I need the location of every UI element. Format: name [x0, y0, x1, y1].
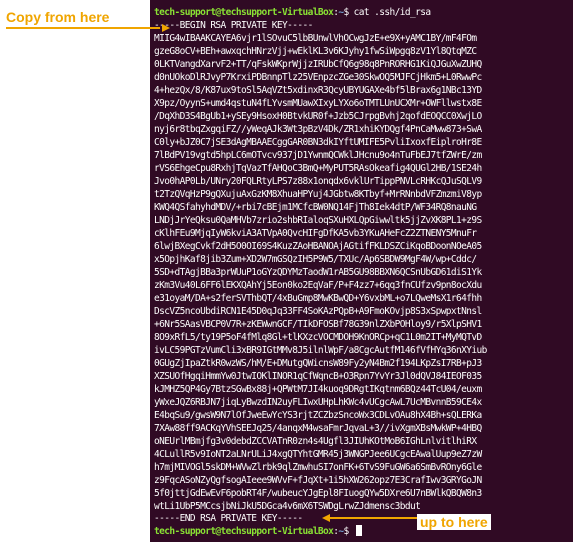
key-line: C0ly+bJZ0C7jSE3dAgMBAAECggGAR0BN3dkIYftU…: [154, 137, 482, 148]
key-line: 7lBdPV19vgtd5hpLC6mOTvcv937jD1YwnmQCWklJ…: [154, 150, 482, 161]
key-line: 4+hezQx/8/K87ux9toSl5AqVZt5xdinxR3QcyUBY…: [154, 85, 482, 96]
key-line: DscVZ5ncoUbdiRCN1E45D0qJq33FF4SoKAzPQpB+…: [154, 306, 482, 317]
key-line: Jvo0hAP0Lb/UNry20FQLRtyLPS7z88x1onqdx6vk…: [154, 176, 482, 187]
key-line: 4CLullR5v9IoNT2aLNrULiJ4xgQTYhtGMR45j3WN…: [154, 449, 482, 460]
begin-key-line: -----BEGIN RSA PRIVATE KEY-----: [154, 20, 313, 31]
key-line: z9FqcASoNZyQgfsogAIeee9WVvF+fJqXt+1i5hXW…: [154, 475, 482, 486]
text-cursor: [355, 525, 362, 536]
key-line: yWxeJQZ6RBJN7jiqLyBwzdIN2uyFLIwxUHpLhKWc…: [154, 397, 482, 408]
key-line: KWQ4QSfahyhdMDV/+rbi7cBEjm1MCfcBW0NQ14Fj…: [154, 202, 477, 213]
key-line: /DqXhD3S4BgUb1+ySEy9HsoxH0BtvkUR0f+Jzb5C…: [154, 111, 482, 122]
key-line: MIIG4wIBAAKCAYEA6vjr1lSOvuC5lbBUnwlVhOCw…: [154, 33, 477, 44]
key-line: 5f0jttjGdEwEvF6pobRT4F/wubeucYJgEpl8FIuo…: [154, 488, 482, 499]
key-line: zKm3Vu40L6FF6lEKXQAhYj5Eon0ko2EqVaF/P+F4…: [154, 280, 482, 291]
key-line: 0GUgZjIpaZtkR0wzWS/hM/E+DMutgQWicnsW89Fy…: [154, 358, 482, 369]
key-line: ivLC59PGTzVumCli3xBR9IGtMMv8J5ilnlWpF/a8…: [154, 345, 487, 356]
command-line: tech-support@techsupport-VirtualBox:~$ c…: [154, 6, 431, 19]
command-text: cat .ssh/id_rsa: [348, 7, 431, 18]
key-line: X9pz/OyynS+umd4qstuN4fLYvsmMUawXIxyLYXo6…: [154, 98, 482, 109]
key-line: gzeG8oCV+BEh+awxqchHNrzVjj+wEklKL3v6KJyh…: [154, 46, 477, 57]
key-line: x5OpjhKaf8jib3Zum+XD2W7mGSQzIH5P9W5/TXUc…: [154, 254, 477, 265]
key-line: 5SD+dTAgjBBa3prWUuP1oGYzQDYMzTaodW1rAB5G…: [154, 267, 482, 278]
final-prompt-line: tech-support@techsupport-VirtualBox:~$: [154, 525, 362, 538]
key-line: kJMHZ5QP4Gy7BtzSGwBx88j+QPWtM7JI4kuoq9DR…: [154, 384, 482, 395]
key-line: rVS6EhgeCpu8RxhjTqVazTfAHQoC3BmQ+MyPUT5R…: [154, 163, 482, 174]
key-line: nyj6r8tbqZxgqiFZ//yWeqAJk3Wt3pBzV4Dk/ZR1…: [154, 124, 482, 135]
prompt-user: tech-support@techsupport-VirtualBox: [154, 7, 334, 18]
key-line: t2TzQVqHzP9gQXujuAxGzKM8XhuaHPYuj4JGbtw8…: [154, 189, 482, 200]
key-line: cKlhFEu9MjqIyW6kviA3ATVpA0QvcHIFgDfKA5vb…: [154, 228, 477, 239]
key-line: E4bqSu9/gwsW9N7lOfJweEwYcYS3rjtZCZbzSnco…: [154, 410, 482, 421]
key-line: LNDjJrYeQksu0QaMHVb7zrio2shbRIaloqSXuHXL…: [154, 215, 482, 226]
up-to-here-label: up to here: [417, 514, 491, 530]
key-line: 7XAw88ff9ACKqYVhSEEJq25/4anqxM4wsaFmrJqv…: [154, 423, 482, 434]
terminal-window[interactable]: tech-support@techsupport-VirtualBox:~$ c…: [150, 0, 573, 542]
end-key-line: -----END RSA PRIVATE KEY-----: [154, 513, 303, 524]
key-line: +6Nr5SAasVBCP0V7R+zKEWwnGCF/TIkDFOSBf78G…: [154, 319, 482, 330]
key-line: 0LKTVangdXarvF2+TT/qFskWKprWjjzIRUbCfQ6g…: [154, 59, 482, 70]
key-line: 8O9xRfL5/ty19P5oF4fMlq8Gl+tlKXzcVOCMDOH9…: [154, 332, 482, 343]
copy-from-here-label: Copy from here: [6, 9, 110, 25]
key-line: e31oyaM/DA+s2ferSVThbQT/4xBuGmp8MwKBwQD+…: [154, 293, 482, 304]
cursor-space: [349, 526, 354, 537]
key-line: d0nUOkoDlRJvyP7KrxiPDBnnpTlz25VEnpzcZGe3…: [154, 72, 482, 83]
key-line: XZSUOfHgqiHmmYw0JtwIOKlINOR1qCfWqncB+O3R…: [154, 371, 482, 382]
key-line: h7mjMIVOGl5skDM+WVwZlrbk9qlZmwhuSI7onFK+…: [154, 462, 482, 473]
key-line: 6lwjBXegCvkf2dH5O0OI69S4KuzZAoHBANOAjAGt…: [154, 241, 482, 252]
prompt-user: tech-support@techsupport-VirtualBox: [154, 526, 334, 537]
key-line: oNEUrlMBmjfg3v0debdZCCVATnR0zn4s4Ugfl3JI…: [154, 436, 477, 447]
